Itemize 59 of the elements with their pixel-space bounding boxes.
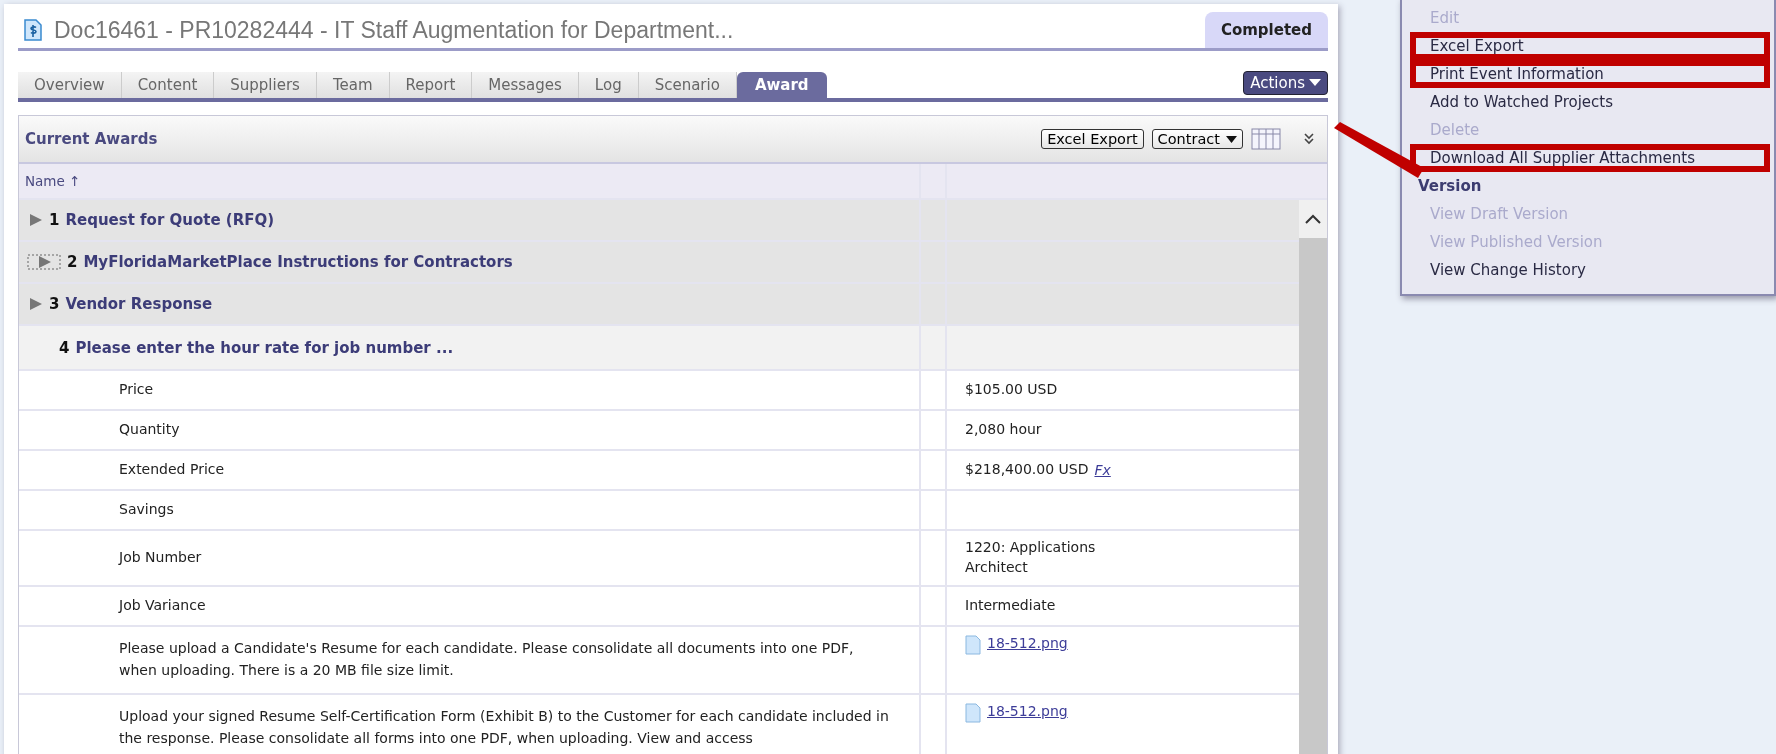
tab[interactable]: Report [389,72,473,98]
field-label: Job Variance [119,596,206,616]
tab[interactable]: Award [736,72,827,98]
caret-icon [1226,135,1237,143]
scroll-up-icon[interactable] [1304,213,1322,225]
section-title[interactable]: Vendor Response [65,295,213,313]
menu-item[interactable]: Excel Export [1410,32,1770,60]
contract-dropdown[interactable]: Contract [1151,129,1243,149]
file-icon [965,703,981,723]
field-label: Quantity [119,420,180,440]
section-title[interactable]: MyFloridaMarketPlace Instructions for Contractors [83,253,513,271]
field-label: Job Number [119,548,202,568]
menu-section-header: Version [1417,176,1483,197]
section-row[interactable]: 3 Vendor Response [19,284,1299,326]
menu-item[interactable]: View Change History [1406,256,1770,284]
row-number: 2 [67,253,78,271]
field-label: Price [119,380,154,400]
row-number: 4 [59,338,70,357]
caret-icon [1309,79,1321,87]
field-label: Extended Price [119,460,225,480]
tab[interactable]: Messages [472,72,579,98]
field-label: Upload your signed Resume Self-Certification Form (Exhibit B) to the Customer for each candidate included in the response. Please consolidate all forms into one PDF, when uploading. View and access [119,707,889,748]
section-row[interactable]: 1 Request for Quote (RFQ) [19,200,1299,242]
field-value: 2,080 hour [965,420,1042,440]
formula-link[interactable]: Fx [1094,462,1111,478]
columns-icon[interactable] [1251,128,1281,150]
expand-arrow-icon[interactable] [27,212,43,228]
document-title: Doc16461 - PR10282444 - IT Staff Augmentation for Department... [54,16,734,44]
column-header[interactable]: Name ↑ [25,173,81,189]
expand-arrow-icon[interactable] [27,296,43,312]
field-value: $105.00 USD [965,380,1058,400]
tab[interactable]: Scenario [638,72,737,98]
tab[interactable]: Suppliers [214,72,317,98]
row-number: 3 [49,295,60,313]
section-title[interactable]: Request for Quote (RFQ) [65,211,275,229]
document-icon [24,19,42,41]
row-number: 1 [49,211,60,229]
field-value: Intermediate [965,596,1056,616]
field-label: Savings [119,500,174,520]
section-title[interactable]: Please enter the hour rate for job number ... [75,338,454,357]
file-icon [965,635,981,655]
tab[interactable]: Log [578,72,639,98]
panel-title: Current Awards [25,130,159,148]
file-link[interactable]: 18-512.png [987,635,1068,651]
tab[interactable]: Team [316,72,390,98]
section-row[interactable]: 2 MyFloridaMarketPlace Instructions for Contractors [19,242,1299,284]
menu-item[interactable]: Print Event Information [1410,60,1770,88]
field-label: Please upload a Candidate's Resume for each candidate. Please consolidate all documents into one PDF, when uploading. There is a 20 MB file size limit. [119,639,855,680]
menu-item[interactable]: Add to Watched Projects [1406,88,1770,116]
file-link[interactable]: 18-512.png [987,703,1068,719]
field-value: $218,400.00 USD [965,460,1089,480]
scrollbar[interactable] [1299,200,1327,754]
section-row[interactable]: 4 Please enter the hour rate for job number ... [19,326,1299,371]
menu-item[interactable]: Download All Supplier Attachments [1410,144,1770,172]
excel-export-button[interactable]: Excel Export [1041,129,1144,149]
tab[interactable]: Content [121,72,215,98]
tab[interactable]: Overview [18,72,122,98]
actions-button[interactable]: Actions [1243,71,1328,95]
field-value: 1220: Applications Architect [965,538,1097,577]
